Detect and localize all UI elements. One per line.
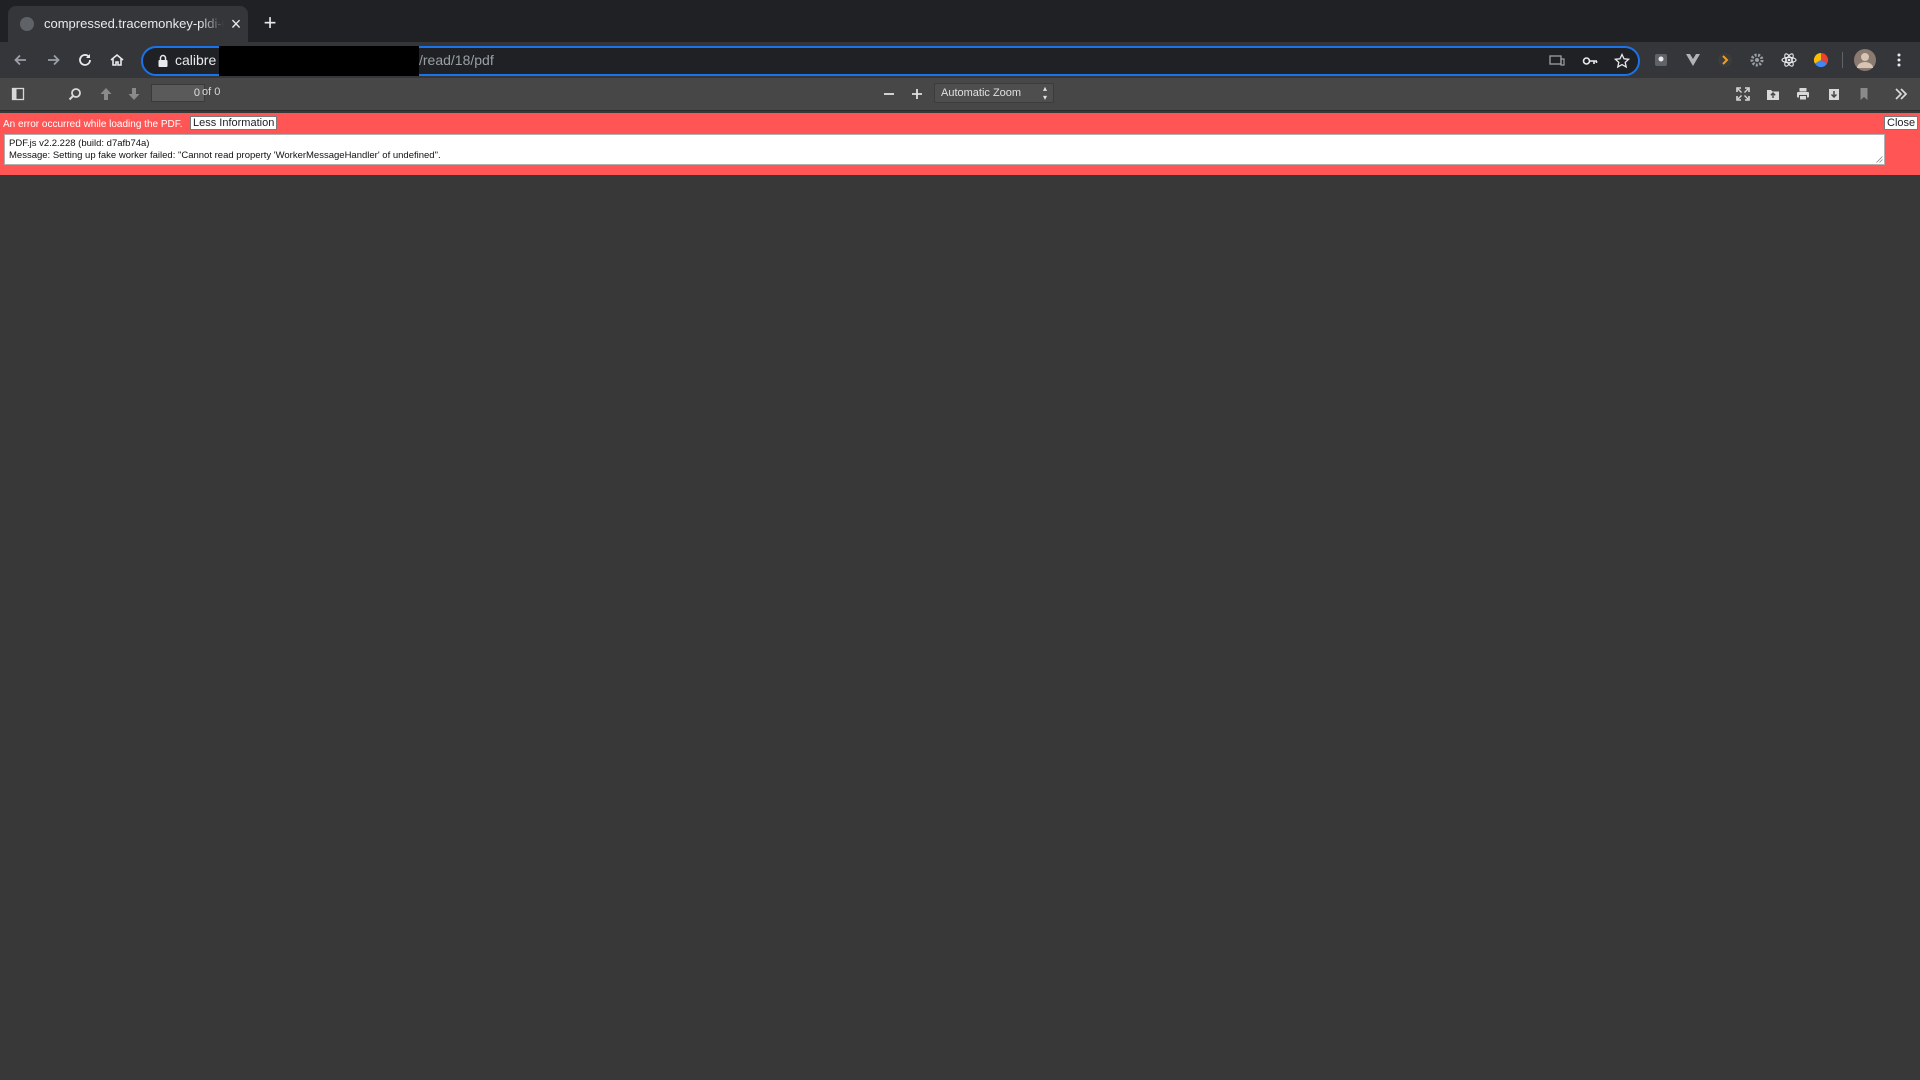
back-button[interactable] (8, 47, 34, 73)
page-number-input[interactable] (151, 84, 205, 102)
star-icon[interactable] (1612, 51, 1632, 71)
color-picker-icon[interactable] (1810, 49, 1832, 71)
find-button[interactable] (64, 83, 86, 105)
reload-icon (79, 54, 91, 66)
fullscreen-icon (1736, 87, 1750, 101)
menu-dots-icon[interactable] (1888, 49, 1910, 71)
viewer-container[interactable] (0, 175, 1920, 1080)
reload-button[interactable] (72, 47, 98, 73)
forward-button[interactable] (40, 47, 66, 73)
error-detail-line: Message: Setting up fake worker failed: … (9, 150, 441, 161)
zoom-out-button[interactable] (878, 83, 900, 105)
key-icon[interactable] (1580, 51, 1600, 71)
download-button[interactable] (1823, 83, 1845, 105)
sidebar-toggle-button[interactable] (7, 83, 29, 105)
new-tab-button[interactable]: + (258, 12, 282, 36)
zoom-select-value: Automatic Zoom (941, 87, 1022, 99)
arrow-left-icon (14, 54, 26, 66)
double-chevron-right-icon (1895, 88, 1908, 100)
gear-icon[interactable] (1746, 49, 1768, 71)
home-icon (110, 53, 124, 66)
browser-toolbar: calibre /read/18/pdf (0, 42, 1920, 78)
previous-page-button[interactable] (95, 83, 117, 105)
tab-strip: compressed.tracemonkey-pldi-09.pdf × + (0, 0, 1920, 42)
minus-icon (884, 93, 894, 95)
printer-icon (1797, 88, 1809, 101)
tab-close-icon[interactable]: × (226, 14, 246, 34)
address-bar[interactable]: calibre /read/18/pdf (141, 46, 1640, 76)
url-host: calibre (175, 52, 217, 68)
sidebar-icon (11, 87, 25, 101)
react-devtools-icon[interactable] (1778, 49, 1800, 71)
browser-tab[interactable]: compressed.tracemonkey-pldi-09.pdf × (8, 6, 248, 42)
download-icon (1829, 89, 1839, 100)
redacted-block (219, 46, 419, 76)
arrow-up-icon (100, 88, 112, 100)
arrow-down-icon (128, 88, 140, 100)
error-bar: An error occurred while loading the PDF.… (0, 113, 1920, 175)
next-page-button[interactable] (123, 83, 145, 105)
print-button[interactable] (1792, 83, 1814, 105)
tab-title: compressed.tracemonkey-pldi-09.pdf (44, 16, 224, 31)
arrow-extension-icon[interactable] (1714, 49, 1736, 71)
tools-button[interactable] (1890, 83, 1912, 105)
pdf-toolbar: of 0 Automatic Zoom ▴▾ (0, 78, 1920, 110)
folder-open-icon (1767, 90, 1779, 100)
url-path: /read/18/pdf (419, 52, 494, 68)
search-icon (68, 88, 81, 101)
globe-icon (20, 17, 34, 31)
presentation-mode-button[interactable] (1732, 83, 1754, 105)
bookmark-button[interactable] (1853, 83, 1875, 105)
error-message: An error occurred while loading the PDF. (3, 119, 183, 130)
bookmark-icon (1860, 88, 1868, 100)
error-details-textarea[interactable]: PDF.js v2.2.228 (build: d7afb74a) Messag… (4, 134, 1885, 165)
error-detail-line: PDF.js v2.2.228 (build: d7afb74a) (9, 138, 150, 149)
plus-icon (912, 89, 922, 99)
home-button[interactable] (104, 47, 130, 73)
extension-icon[interactable] (1650, 49, 1672, 71)
cast-icon[interactable] (1547, 51, 1567, 71)
less-information-button[interactable]: Less Information (190, 116, 278, 130)
toolbar-separator (1842, 52, 1843, 68)
avatar[interactable] (1854, 49, 1876, 71)
arrow-right-icon (48, 54, 60, 66)
close-error-button[interactable]: Close (1884, 116, 1919, 130)
select-arrows-icon: ▴ ▾ (1042, 84, 1047, 102)
open-file-button[interactable] (1762, 83, 1784, 105)
zoom-in-button[interactable] (906, 83, 928, 105)
zoom-select[interactable]: Automatic Zoom ▴ ▾ (934, 83, 1054, 103)
lock-icon (158, 54, 168, 67)
resize-grip-icon[interactable] (1876, 156, 1883, 163)
vue-devtools-icon[interactable] (1682, 49, 1704, 71)
page-count-label: of 0 (202, 86, 221, 98)
